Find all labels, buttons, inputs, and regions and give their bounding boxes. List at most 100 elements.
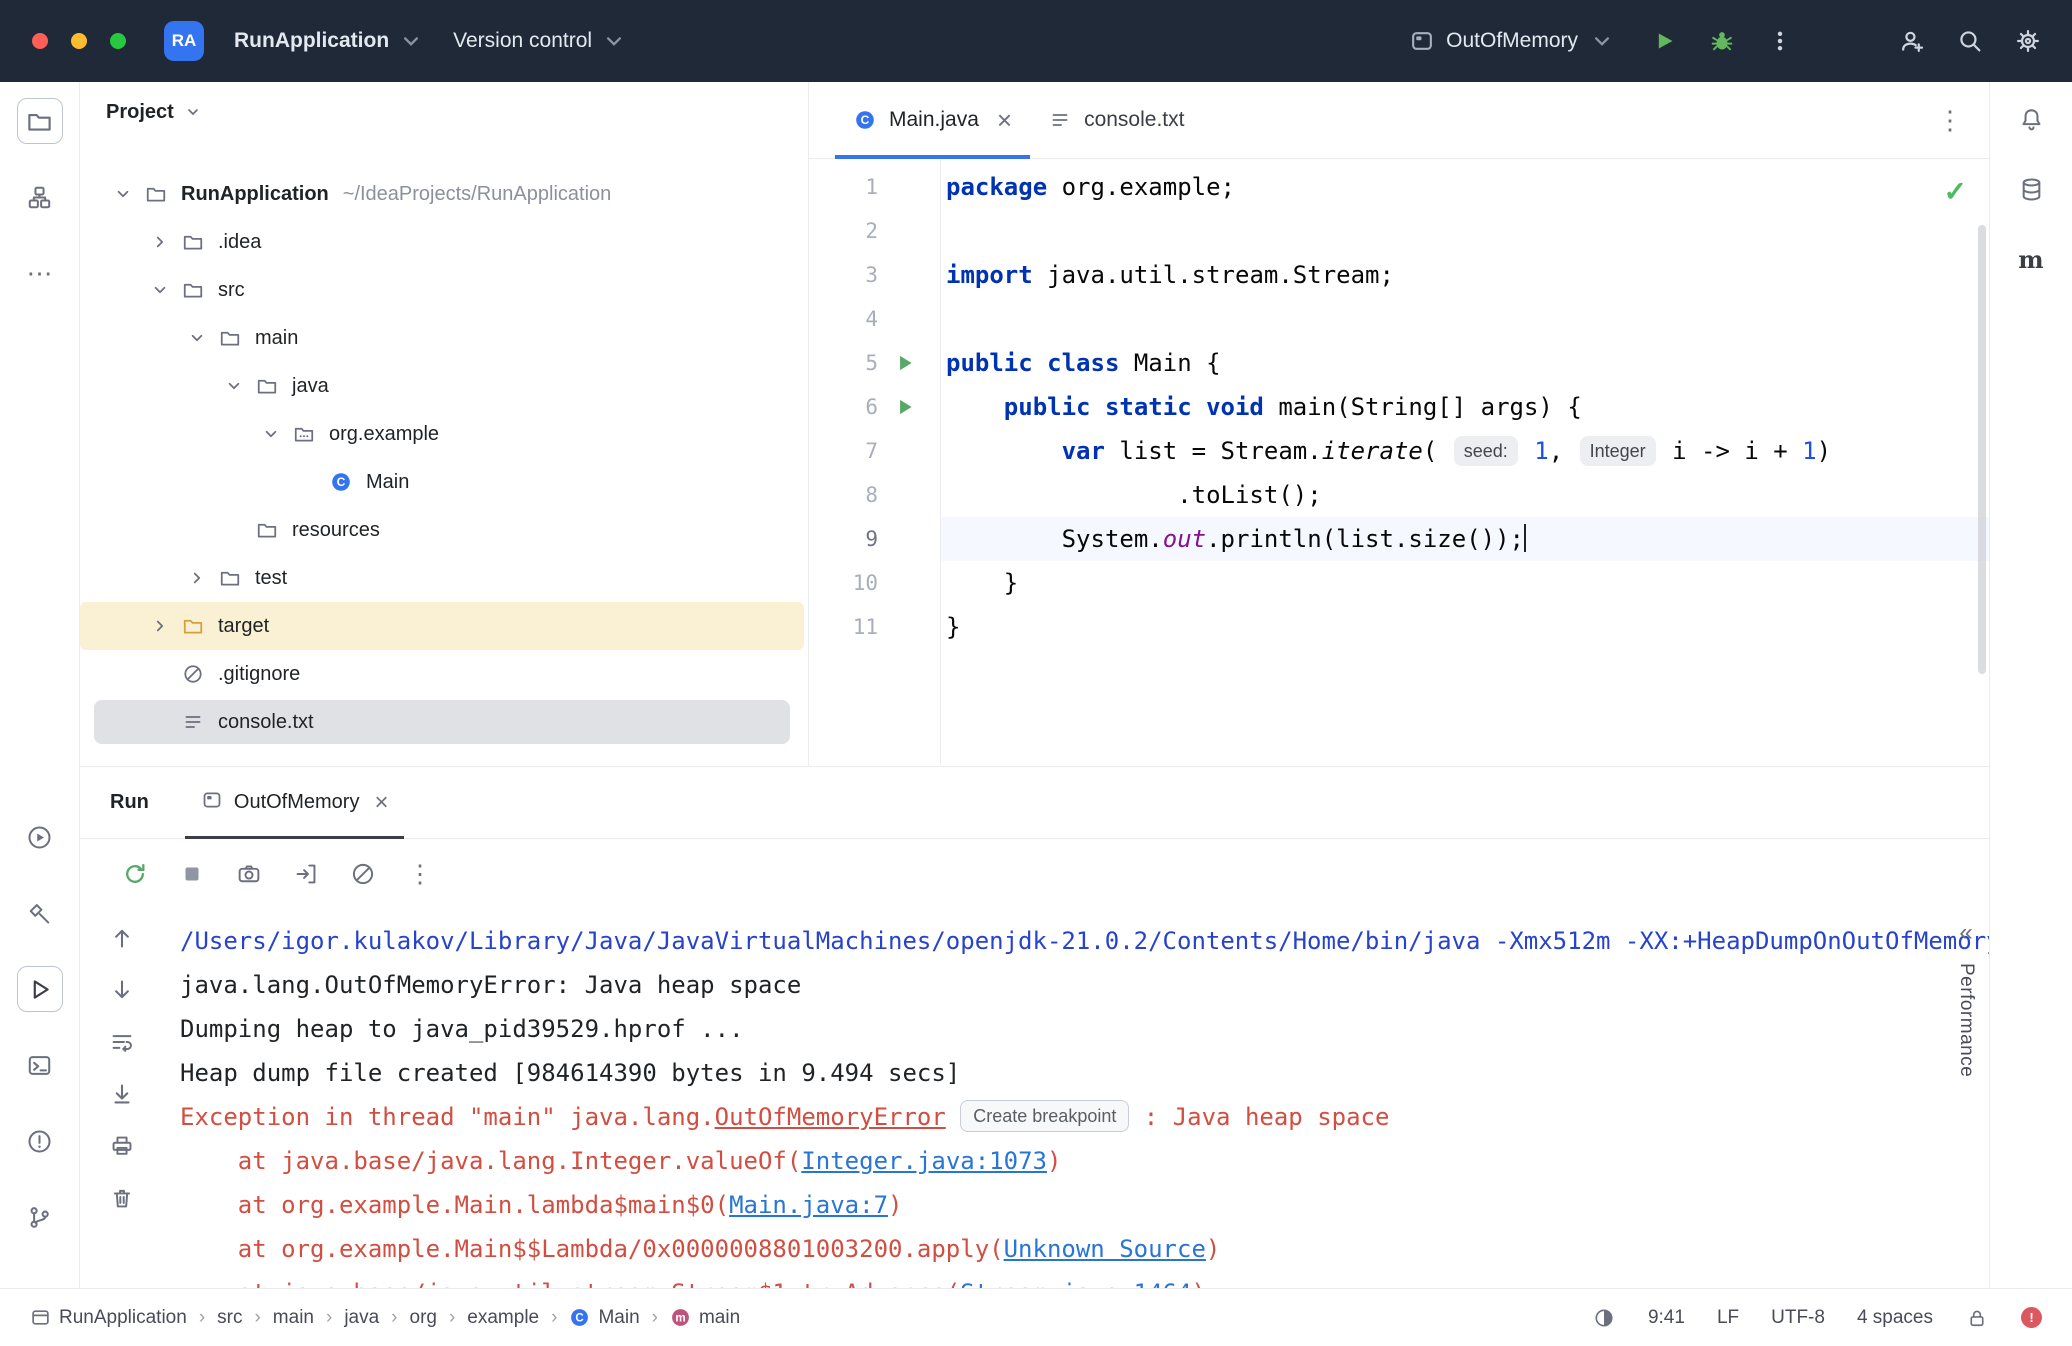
- down-stack-trace-icon[interactable]: [109, 977, 135, 1003]
- readonly-lock-icon[interactable]: [1965, 1306, 1989, 1330]
- run-tool-button[interactable]: [17, 966, 63, 1012]
- chevron-expanded-icon[interactable]: [104, 182, 141, 206]
- more-tool-windows-icon[interactable]: ⋯: [17, 250, 63, 296]
- capture-snapshot-button[interactable]: [234, 859, 264, 889]
- project-widget[interactable]: RunApplication: [220, 17, 439, 65]
- code-line[interactable]: var list = Stream.iterate( seed: 1, Inte…: [940, 429, 1989, 473]
- tree-item-java[interactable]: java: [80, 362, 808, 410]
- rerun-button[interactable]: [120, 859, 150, 889]
- code-line[interactable]: import java.util.stream.Stream;: [940, 253, 1989, 297]
- up-stack-trace-icon[interactable]: [109, 925, 135, 951]
- run-config-selector[interactable]: OutOfMemory: [1408, 27, 1616, 55]
- chevron-expanded-icon[interactable]: [252, 422, 289, 446]
- run-tab-outofmemory[interactable]: OutOfMemory ×: [185, 767, 405, 838]
- line-separator-widget[interactable]: LF: [1717, 1307, 1739, 1329]
- editor-scrollbar[interactable]: [1978, 225, 1986, 674]
- print-icon[interactable]: [109, 1133, 135, 1159]
- run-gutter-icon[interactable]: [894, 396, 916, 418]
- code-line[interactable]: public class Main {: [940, 341, 1989, 385]
- breadcrumb-item-java[interactable]: java: [344, 1307, 379, 1329]
- code-line[interactable]: package org.example;: [940, 165, 1989, 209]
- chevron-expanded-icon[interactable]: [141, 278, 178, 302]
- mac-zoom-button[interactable]: [110, 33, 126, 49]
- tree-item-org-example[interactable]: org.example: [80, 410, 808, 458]
- indent-widget[interactable]: 4 spaces: [1857, 1307, 1933, 1329]
- breadcrumb-item-main[interactable]: mmain: [670, 1307, 740, 1329]
- code-line[interactable]: .toList();: [940, 473, 1989, 517]
- theme-contrast-icon[interactable]: [1592, 1306, 1616, 1330]
- code-line[interactable]: System.out.println(list.size());: [940, 517, 1989, 561]
- breadcrumb-item-runapplication[interactable]: RunApplication: [30, 1307, 187, 1329]
- structure-tool-button[interactable]: [17, 174, 63, 220]
- tree-item-resources[interactable]: resources: [80, 506, 808, 554]
- breadcrumb-item-src[interactable]: src: [217, 1307, 242, 1329]
- search-icon[interactable]: [1956, 27, 1984, 55]
- tree-item-test[interactable]: test: [80, 554, 808, 602]
- breadcrumb-item-main[interactable]: main: [273, 1307, 314, 1329]
- mac-minimize-button[interactable]: [71, 33, 87, 49]
- error-badge[interactable]: !: [2021, 1307, 2042, 1328]
- stacktrace-link[interactable]: Stream.java:1464: [960, 1279, 1191, 1288]
- tree-item-target[interactable]: target: [80, 602, 808, 650]
- code-line[interactable]: [940, 209, 1989, 253]
- tree-item-main[interactable]: CMain: [80, 458, 808, 506]
- add-user-icon[interactable]: [1898, 27, 1926, 55]
- services-tool-button[interactable]: [17, 814, 63, 860]
- tree-item-idea[interactable]: .idea: [80, 218, 808, 266]
- soft-wrap-icon[interactable]: [109, 1029, 135, 1055]
- tree-item-src[interactable]: src: [80, 266, 808, 314]
- collapse-icon[interactable]: «: [1959, 921, 1972, 945]
- code-line[interactable]: }: [940, 605, 1989, 649]
- code-line[interactable]: }: [940, 561, 1989, 605]
- chevron-collapsed-icon[interactable]: [141, 614, 178, 638]
- tab-options-icon[interactable]: ⋮: [1937, 105, 1963, 136]
- clear-all-icon[interactable]: [109, 1185, 135, 1211]
- notifications-bell-icon[interactable]: [2008, 96, 2054, 142]
- chevron-expanded-icon[interactable]: [178, 326, 215, 350]
- console-output[interactable]: /Users/igor.kulakov/Library/Java/JavaVir…: [164, 909, 1989, 1288]
- close-tab-icon[interactable]: ×: [997, 107, 1012, 133]
- close-run-tab-icon[interactable]: ×: [374, 791, 388, 815]
- encoding-widget[interactable]: UTF-8: [1771, 1307, 1825, 1329]
- run-button[interactable]: [1650, 27, 1678, 55]
- performance-tab[interactable]: Performance: [1955, 963, 1977, 1077]
- chevron-expanded-icon[interactable]: [215, 374, 252, 398]
- stacktrace-link[interactable]: Main.java:7: [729, 1191, 888, 1219]
- breadcrumb-item-main[interactable]: CMain: [569, 1307, 639, 1329]
- editor-body[interactable]: 1package org.example;23import java.util.…: [809, 159, 1989, 765]
- tab-console-txt[interactable]: console.txt: [1030, 82, 1202, 158]
- tab-main-java[interactable]: C Main.java ×: [835, 82, 1030, 158]
- project-tool-button[interactable]: [17, 98, 63, 144]
- project-panel-header[interactable]: Project: [80, 82, 808, 142]
- mac-close-button[interactable]: [32, 33, 48, 49]
- maven-tool-button[interactable]: m: [2008, 236, 2054, 282]
- settings-gear-icon[interactable]: [2014, 27, 2042, 55]
- stacktrace-link[interactable]: Integer.java:1073: [801, 1147, 1047, 1175]
- stacktrace-link[interactable]: Unknown Source: [1004, 1235, 1206, 1263]
- vcs-widget[interactable]: Version control: [439, 17, 642, 65]
- more-actions-icon[interactable]: [1766, 27, 1794, 55]
- chevron-collapsed-icon[interactable]: [141, 230, 178, 254]
- inspections-ok-icon[interactable]: ✓: [1944, 175, 1967, 208]
- tree-item-gitignore[interactable]: .gitignore: [80, 650, 808, 698]
- stop-button[interactable]: [177, 859, 207, 889]
- tree-item-console-txt[interactable]: console.txt: [80, 698, 808, 746]
- scroll-to-end-icon[interactable]: [109, 1081, 135, 1107]
- tree-item-runapplication[interactable]: RunApplication~/IdeaProjects/RunApplicat…: [80, 170, 808, 218]
- version-control-tool-button[interactable]: [17, 1194, 63, 1240]
- stacktrace-link[interactable]: OutOfMemoryError: [715, 1103, 946, 1131]
- tree-item-main[interactable]: main: [80, 314, 808, 362]
- terminal-tool-button[interactable]: [17, 1042, 63, 1088]
- code-line[interactable]: [940, 297, 1989, 341]
- run-gutter-icon[interactable]: [894, 352, 916, 374]
- problems-tool-button[interactable]: [17, 1118, 63, 1164]
- breadcrumb-item-example[interactable]: example: [467, 1307, 539, 1329]
- breadcrumb-item-org[interactable]: org: [410, 1307, 437, 1329]
- thread-dump-button[interactable]: [291, 859, 321, 889]
- build-tool-button[interactable]: [17, 890, 63, 936]
- database-tool-button[interactable]: [2008, 166, 2054, 212]
- console-more-icon[interactable]: ⋮: [405, 859, 435, 889]
- debug-button[interactable]: [1708, 27, 1736, 55]
- circle-slash-icon[interactable]: [348, 859, 378, 889]
- create-breakpoint-button[interactable]: Create breakpoint: [960, 1100, 1129, 1132]
